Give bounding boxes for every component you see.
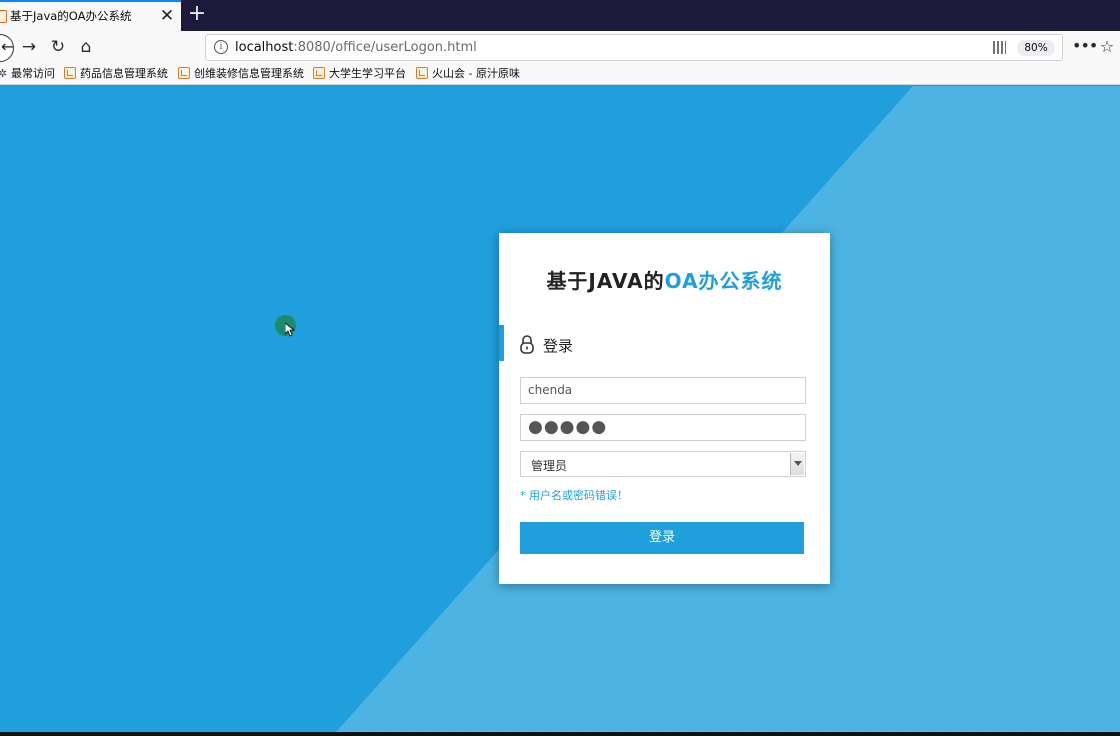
new-tab-button[interactable]: + (186, 3, 208, 27)
login-page: 基于JAVA的OA办公系统 登录 chenda ●●●●● 管理员 * 用户名或… (0, 86, 1120, 732)
bookmark-label: 药品信息管理系统 (80, 67, 168, 80)
role-select[interactable]: 管理员 (520, 451, 806, 477)
bookmark-item[interactable]: 药品信息管理系统 (64, 66, 168, 82)
url-path: :8080/office/userLogon.html (293, 40, 477, 55)
password-input[interactable]: ●●●●● (520, 414, 806, 441)
more-actions-icon[interactable]: ••• (1072, 36, 1098, 58)
system-title: 基于JAVA的OA办公系统 (499, 265, 830, 294)
favicon-icon (0, 10, 7, 23)
bookmark-label: 大学生学习平台 (329, 67, 406, 80)
chevron-down-icon[interactable] (790, 453, 804, 475)
url-bar[interactable]: i localhost:8080/office/userLogon.html 8… (205, 34, 1063, 61)
taskbar-edge (0, 732, 1120, 736)
login-button[interactable]: 登录 (520, 522, 804, 554)
close-icon[interactable]: ✕ (158, 6, 176, 26)
title-part-1: 基于JAVA的 (546, 269, 665, 293)
gear-icon: ✲ (0, 67, 8, 80)
error-message: * 用户名或密码错误！ (520, 489, 628, 502)
title-part-2: OA办公系统 (664, 269, 783, 293)
bookmark-item[interactable]: 大学生学习平台 (313, 66, 406, 82)
role-selected-value: 管理员 (531, 459, 568, 473)
bookmarks-bar: ✲ 最常访问 药品信息管理系统 创维装修信息管理系统 大学生学习平台 火山会 - … (0, 63, 1120, 85)
login-heading: 登录 (543, 337, 574, 355)
browser-tab[interactable]: 基于Java的OA办公系统 ✕ (0, 0, 181, 31)
home-button[interactable]: ⌂ (75, 36, 97, 58)
bookmark-item[interactable]: 火山会 - 原汁原味 (416, 66, 520, 82)
forward-button[interactable]: → (18, 36, 40, 58)
login-card: 基于JAVA的OA办公系统 登录 chenda ●●●●● 管理员 * 用户名或… (499, 233, 830, 584)
tab-title: 基于Java的OA办公系统 (10, 9, 132, 23)
xampp-icon (416, 67, 428, 79)
username-input[interactable]: chenda (520, 377, 806, 404)
tab-bar: 基于Java的OA办公系统 ✕ + (0, 0, 1120, 31)
password-value: ●●●●● (528, 417, 608, 437)
info-icon[interactable]: i (214, 40, 228, 54)
nav-bar: ← → ↻ ⌂ i localhost:8080/office/userLogo… (0, 31, 1120, 63)
url-host: localhost (235, 40, 294, 55)
url-text[interactable]: localhost:8080/office/userLogon.html (235, 40, 477, 55)
xampp-icon (178, 67, 190, 79)
bookmark-most-visited[interactable]: ✲ 最常访问 (0, 66, 55, 82)
reload-button[interactable]: ↻ (47, 36, 69, 58)
bookmark-label: 创维装修信息管理系统 (194, 67, 304, 80)
lock-icon (520, 335, 534, 354)
xampp-icon (64, 67, 76, 79)
qr-code-icon[interactable] (993, 41, 1006, 54)
bookmark-label: 最常访问 (11, 67, 55, 80)
zoom-level[interactable]: 80% (1017, 40, 1055, 56)
back-button[interactable]: ← (0, 34, 14, 62)
section-accent-bar (499, 325, 504, 361)
mouse-cursor-icon (285, 323, 295, 337)
bookmark-star-icon[interactable]: ☆ (1097, 36, 1117, 58)
bookmark-label: 火山会 - 原汁原味 (432, 67, 520, 80)
username-value: chenda (528, 383, 573, 397)
bookmark-item[interactable]: 创维装修信息管理系统 (178, 66, 304, 82)
back-arrow-icon: ← (1, 37, 15, 56)
xampp-icon (313, 67, 325, 79)
